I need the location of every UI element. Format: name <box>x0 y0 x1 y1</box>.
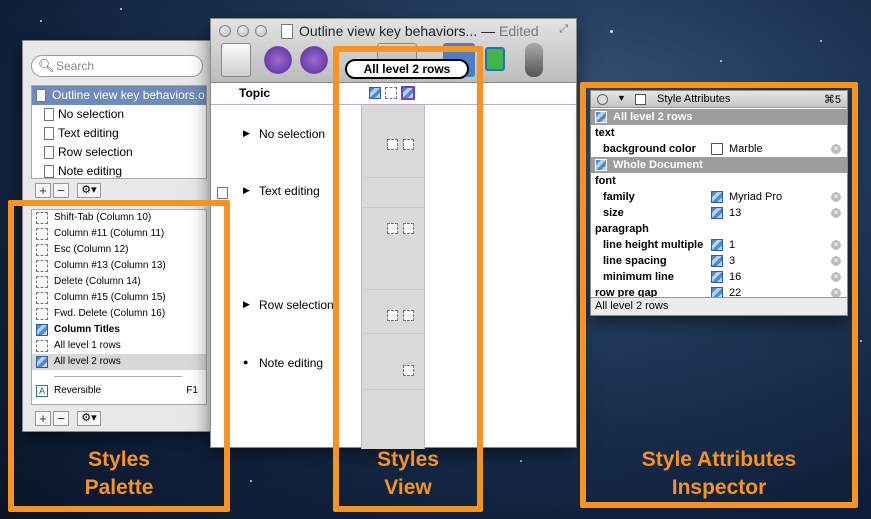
document-list-item[interactable]: Row selection <box>32 143 206 162</box>
style-attributes-inspector-callout: Style Attributes Inspector <box>641 448 797 499</box>
document-list-item[interactable]: Text editing <box>32 124 206 143</box>
document-proxy-icon[interactable] <box>281 24 293 39</box>
edited-label: Edited <box>498 23 539 39</box>
row-topic[interactable]: No selection <box>259 127 325 141</box>
topic-column-title: Topic <box>239 86 271 100</box>
indent-icon[interactable] <box>299 43 329 77</box>
document-list-item[interactable]: Outline view key behaviors.o <box>32 86 206 105</box>
outdent-icon[interactable] <box>263 43 293 77</box>
microphone-icon[interactable] <box>525 43 543 77</box>
sidebar-toggle-icon[interactable] <box>221 43 251 77</box>
note-icon <box>44 127 54 140</box>
styles-palette-callout: Styles Palette <box>84 448 154 499</box>
document-icon <box>36 89 46 102</box>
window-title: Outline view key behaviors... <box>299 23 478 39</box>
bullet-icon[interactable]: ● <box>243 357 248 367</box>
remove-button[interactable]: − <box>53 183 69 198</box>
styles-view-highlight <box>333 46 483 512</box>
search-placeholder: Search <box>56 59 95 73</box>
note-icon <box>44 108 54 121</box>
note-icon <box>44 165 54 178</box>
close-button[interactable] <box>219 25 231 37</box>
zoom-button[interactable] <box>255 25 267 37</box>
note-icon[interactable] <box>217 187 228 199</box>
minimize-button[interactable] <box>237 25 249 37</box>
row-topic[interactable]: Row selection <box>259 298 334 312</box>
disclosure-triangle-icon[interactable]: ▶ <box>243 299 250 310</box>
search-icon: 🔍︎ <box>38 58 55 73</box>
document-list-item[interactable]: No selection <box>32 105 206 124</box>
document-list-toolbar: + − ⚙▾ <box>35 183 101 201</box>
disclosure-triangle-icon[interactable]: ▶ <box>243 128 250 139</box>
note-icon <box>44 146 54 159</box>
style-attributes-inspector-highlight <box>580 82 858 508</box>
document-list-item[interactable]: Note editing <box>32 162 206 181</box>
fullscreen-icon[interactable]: ⤢ <box>559 23 568 36</box>
row-topic[interactable]: Text editing <box>259 184 320 198</box>
row-topic[interactable]: Note editing <box>259 356 323 370</box>
desktop-background: 🔍︎ Search Outline view key behaviors.o N… <box>0 0 871 519</box>
add-row-icon[interactable] <box>485 47 505 71</box>
search-input[interactable]: 🔍︎ Search <box>31 55 203 77</box>
document-list: Outline view key behaviors.o No selectio… <box>31 85 207 179</box>
styles-view-callout: Styles View <box>377 448 439 499</box>
disclosure-triangle-icon[interactable]: ▶ <box>243 185 250 196</box>
add-button[interactable]: + <box>35 183 51 198</box>
gear-menu-button[interactable]: ⚙▾ <box>77 183 101 198</box>
